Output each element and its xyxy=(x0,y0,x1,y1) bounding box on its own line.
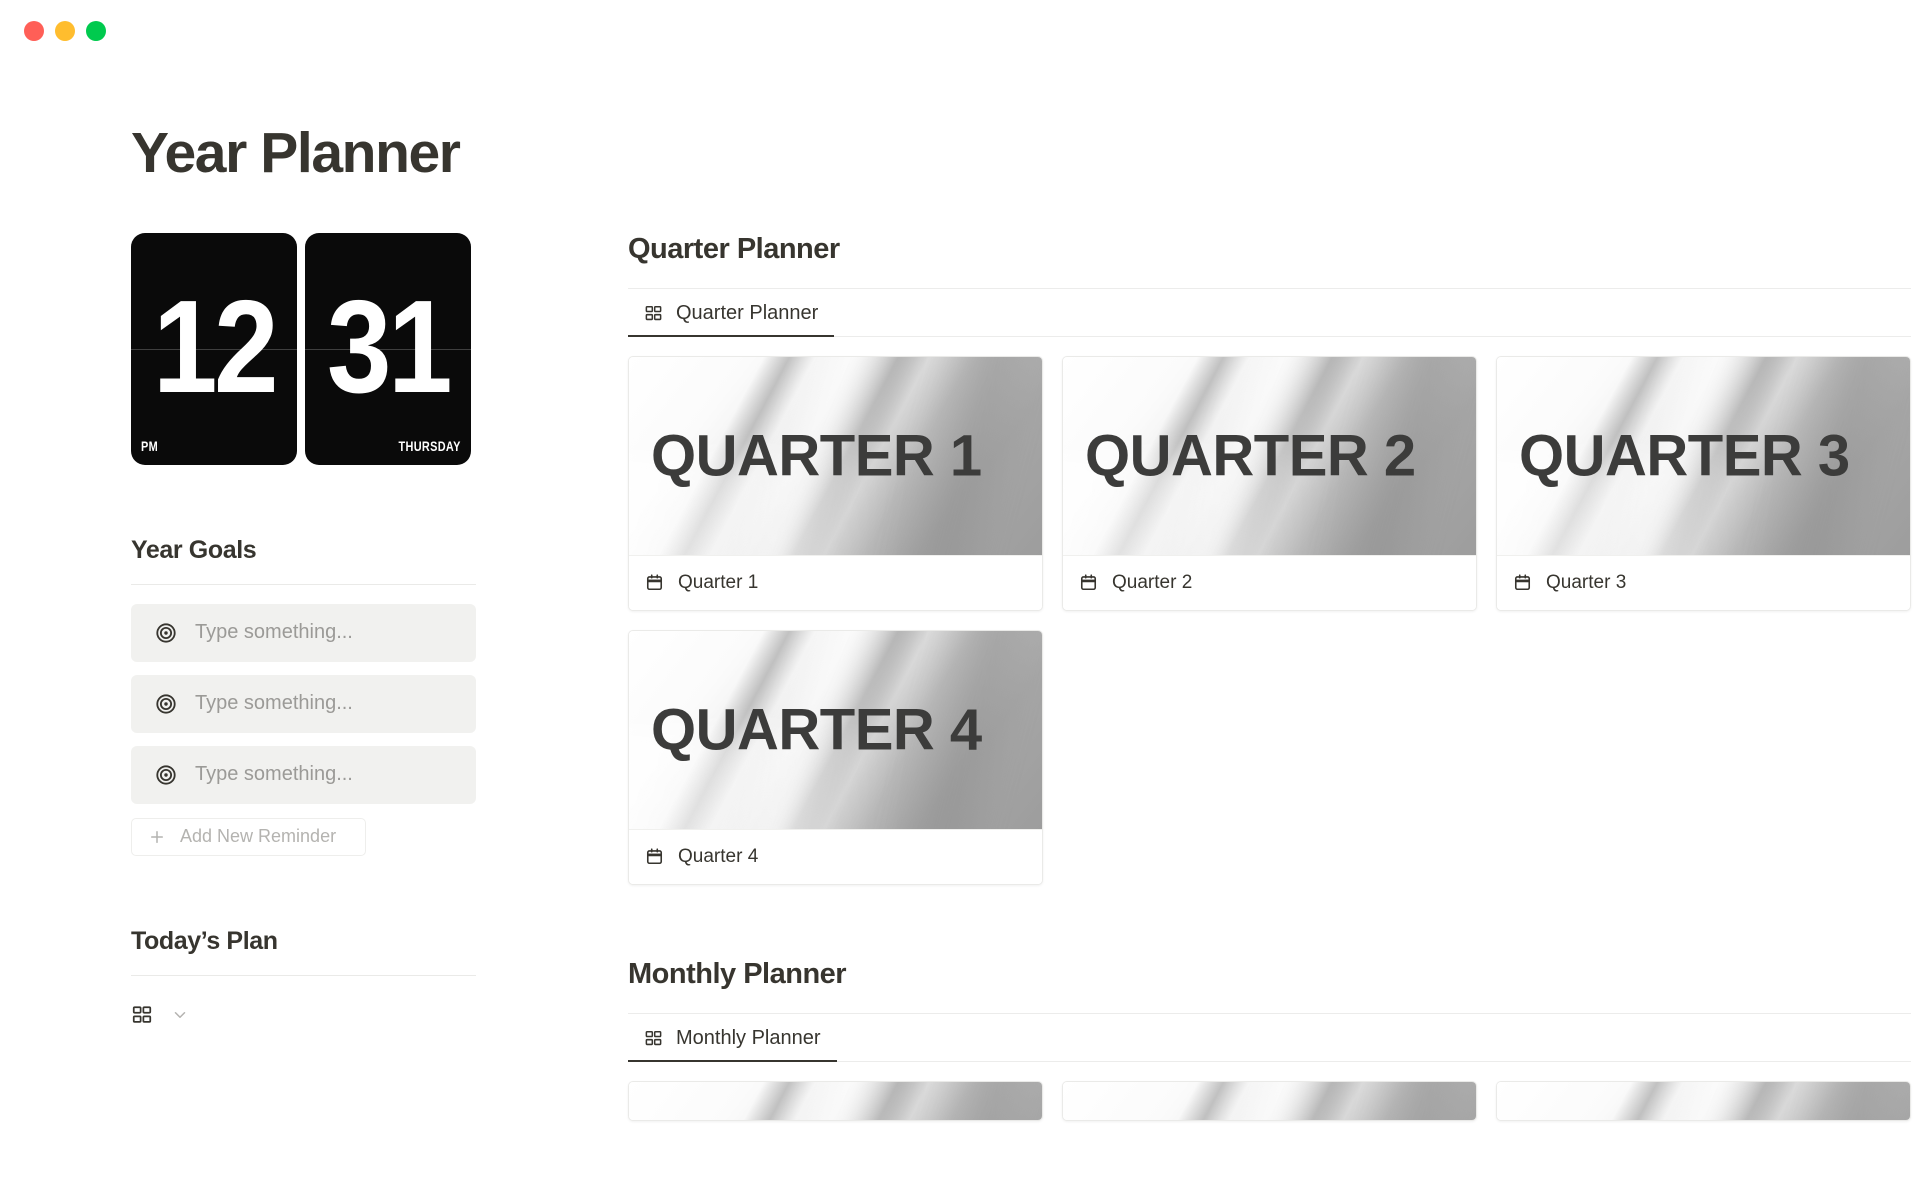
chevron-down-icon[interactable] xyxy=(171,1006,189,1024)
calendar-icon xyxy=(1513,573,1532,592)
year-goal-input[interactable]: Type something... xyxy=(195,692,353,715)
page-body: 12 PM 31 THURSDAY Year Goals Type someth… xyxy=(0,232,1920,1121)
flip-card-seam xyxy=(305,348,471,350)
quarter-card[interactable]: QUARTER 4 Quarter 4 xyxy=(628,629,1043,885)
gallery-grid-icon xyxy=(644,1029,663,1048)
quarter-card-label: Quarter 4 xyxy=(678,845,759,867)
quarter-card[interactable]: QUARTER 2 Quarter 2 xyxy=(1062,355,1477,611)
page-title: Year Planner xyxy=(131,121,461,185)
flip-clock-weekday: THURSDAY xyxy=(398,437,461,454)
quarter-card-cover: QUARTER 1 xyxy=(629,356,1042,555)
year-goals-heading: Year Goals xyxy=(131,535,257,564)
quarter-card-label: Quarter 3 xyxy=(1546,571,1627,593)
quarter-card-cover-text: QUARTER 2 xyxy=(1085,423,1416,489)
quarter-planner-heading: Quarter Planner xyxy=(628,232,840,265)
year-goal-row[interactable]: Type something... xyxy=(131,674,476,733)
quarter-card-footer: Quarter 1 xyxy=(629,554,1042,610)
flip-clock-hour-card: 12 PM xyxy=(131,232,297,465)
target-icon xyxy=(155,622,177,644)
quarter-card-cover: QUARTER 3 xyxy=(1497,356,1910,555)
flip-clock-day-card: 31 THURSDAY xyxy=(305,232,471,465)
todays-plan-heading: Today’s Plan xyxy=(131,926,278,955)
main-column: Quarter Planner Quarter Planner QUARTER … xyxy=(628,233,1911,1121)
monthly-planner-heading: Monthly Planner xyxy=(628,957,847,990)
gallery-grid-icon[interactable] xyxy=(131,1004,153,1026)
quarter-card-cover-text: QUARTER 3 xyxy=(1519,423,1850,489)
quarter-card-label: Quarter 2 xyxy=(1112,571,1193,593)
maximize-window-button[interactable] xyxy=(86,21,106,41)
quarter-card-cover-text: QUARTER 1 xyxy=(651,423,982,489)
quarter-card-cover: QUARTER 4 xyxy=(629,630,1042,829)
quarter-planner-tabs: Quarter Planner xyxy=(628,289,1911,337)
tab-quarter-planner[interactable]: Quarter Planner xyxy=(628,289,835,337)
month-card-cover xyxy=(1063,1081,1476,1120)
quarter-card-label: Quarter 1 xyxy=(678,571,759,593)
add-new-reminder-label: Add New Reminder xyxy=(180,826,337,847)
tab-monthly-planner-label: Monthly Planner xyxy=(676,1026,821,1049)
month-card-cover xyxy=(629,1081,1042,1120)
calendar-icon xyxy=(645,573,664,592)
quarter-card-footer: Quarter 3 xyxy=(1497,554,1910,610)
todays-plan-divider xyxy=(131,974,476,976)
month-card[interactable] xyxy=(1496,1080,1911,1121)
calendar-icon xyxy=(1079,573,1098,592)
window-titlebar xyxy=(0,0,1920,62)
quarter-planner-gallery: QUARTER 1 Quarter 1 QUARTER 2 Quarter 2 … xyxy=(628,355,1911,885)
add-new-reminder-button[interactable]: Add New Reminder xyxy=(131,817,366,856)
quarter-card-cover: QUARTER 2 xyxy=(1063,356,1476,555)
monthly-planner-tabs: Monthly Planner xyxy=(628,1014,1911,1062)
calendar-icon xyxy=(645,847,664,866)
monthly-planner-gallery xyxy=(628,1080,1911,1121)
month-card[interactable] xyxy=(628,1080,1043,1121)
year-goals-divider xyxy=(131,583,476,585)
quarter-card[interactable]: QUARTER 1 Quarter 1 xyxy=(628,355,1043,611)
gallery-grid-icon xyxy=(644,304,663,323)
year-goal-input[interactable]: Type something... xyxy=(195,763,353,786)
sidebar: 12 PM 31 THURSDAY Year Goals Type someth… xyxy=(131,232,476,1121)
quarter-card[interactable]: QUARTER 3 Quarter 3 xyxy=(1496,355,1911,611)
flip-clock-meridiem: PM xyxy=(141,437,159,454)
minimize-window-button[interactable] xyxy=(55,21,75,41)
todays-plan-toolbar xyxy=(131,1004,476,1026)
month-card[interactable] xyxy=(1062,1080,1477,1121)
year-goal-input[interactable]: Type something... xyxy=(195,621,353,644)
close-window-button[interactable] xyxy=(24,21,44,41)
year-goal-row[interactable]: Type something... xyxy=(131,603,476,662)
month-card-cover xyxy=(1497,1081,1910,1120)
target-icon xyxy=(155,693,177,715)
tab-monthly-planner[interactable]: Monthly Planner xyxy=(628,1014,837,1062)
year-goal-row[interactable]: Type something... xyxy=(131,745,476,804)
flip-clock: 12 PM 31 THURSDAY xyxy=(131,232,476,465)
year-goals-list: Type something... Type something... Type… xyxy=(131,603,476,804)
plus-icon xyxy=(148,828,166,846)
flip-card-seam xyxy=(131,348,297,350)
tab-quarter-planner-label: Quarter Planner xyxy=(676,301,819,324)
quarter-card-footer: Quarter 2 xyxy=(1063,554,1476,610)
quarter-card-cover-text: QUARTER 4 xyxy=(651,697,982,763)
target-icon xyxy=(155,764,177,786)
quarter-card-footer: Quarter 4 xyxy=(629,828,1042,884)
